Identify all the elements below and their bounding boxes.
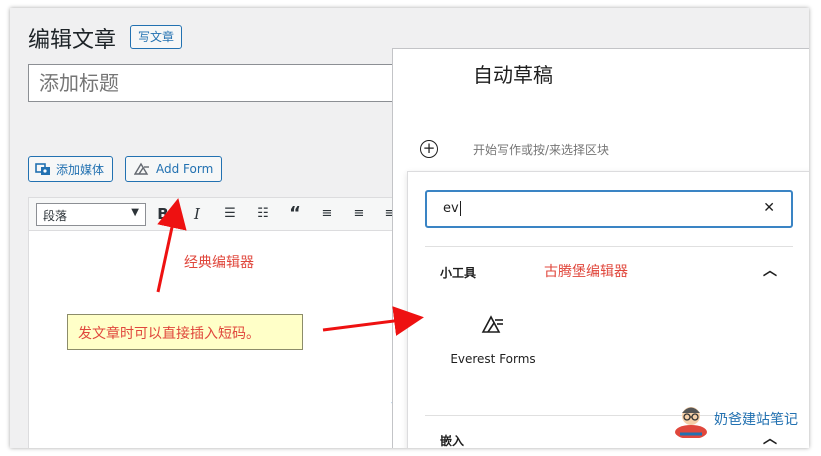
screenshot-frame: 编辑文章 写文章 添加媒体 Add Form 段落 ▼ B I ☰ ☷ “ ≡ … (10, 8, 809, 448)
paragraph-format-select[interactable]: 段落 ▼ (36, 203, 146, 226)
chevron-up-icon[interactable]: ︿ (763, 260, 777, 280)
clear-search-icon[interactable]: ✕ (763, 200, 775, 216)
post-title-input[interactable] (28, 64, 400, 102)
watermark: 奶爸建站笔记 (672, 400, 798, 438)
add-block-icon[interactable]: + (420, 140, 438, 158)
gutenberg-editor-annotation: 古腾堡编辑器 (544, 264, 628, 280)
text-cursor (459, 201, 461, 216)
block-search-input[interactable]: ev ✕ (425, 190, 793, 228)
blockquote-icon[interactable]: “ (286, 205, 304, 223)
add-media-label: 添加媒体 (56, 162, 105, 177)
write-post-button[interactable]: 写文章 (130, 25, 183, 49)
align-center-icon[interactable]: ≡ (350, 205, 368, 223)
everest-forms-icon (134, 162, 149, 175)
format-select-value: 段落 (43, 209, 68, 223)
everest-forms-block[interactable]: Everest Forms (448, 314, 538, 384)
bullet-list-icon[interactable]: ☰ (221, 205, 239, 223)
classic-editor-annotation: 经典编辑器 (184, 255, 254, 271)
search-value: ev (443, 201, 459, 216)
page-title: 编辑文章 (28, 28, 117, 53)
classic-toolbar: 段落 ▼ B I ☰ ☷ “ ≡ ≡ ≡ (28, 197, 400, 231)
everest-forms-icon (481, 315, 503, 333)
align-left-icon[interactable]: ≡ (318, 205, 336, 223)
select-caret-icon: ▼ (131, 207, 139, 218)
italic-icon[interactable]: I (188, 205, 206, 223)
divider (425, 246, 793, 247)
gutenberg-editor: 自动草稿 + 开始写作或按/来选择区块 ev ✕ 小工具 ︿ 古腾堡编辑器 Ev… (392, 48, 809, 448)
embed-section-title[interactable]: 嵌入 (440, 432, 464, 448)
watermark-text: 奶爸建站笔记 (714, 412, 798, 428)
bold-icon[interactable]: B (154, 205, 172, 223)
add-form-label: Add Form (156, 162, 214, 176)
add-media-button[interactable]: 添加媒体 (28, 156, 114, 182)
widgets-section-title[interactable]: 小工具 (440, 264, 476, 281)
numbered-list-icon[interactable]: ☷ (254, 205, 272, 223)
avatar-icon (675, 407, 707, 438)
block-placeholder[interactable]: 开始写作或按/来选择区块 (473, 141, 609, 158)
media-icon (35, 163, 50, 175)
shortcode-tip-note: 发文章时可以直接插入短码。 (67, 314, 303, 350)
block-label: Everest Forms (450, 352, 536, 366)
draft-title[interactable]: 自动草稿 (473, 59, 553, 88)
add-form-button[interactable]: Add Form (125, 156, 223, 182)
